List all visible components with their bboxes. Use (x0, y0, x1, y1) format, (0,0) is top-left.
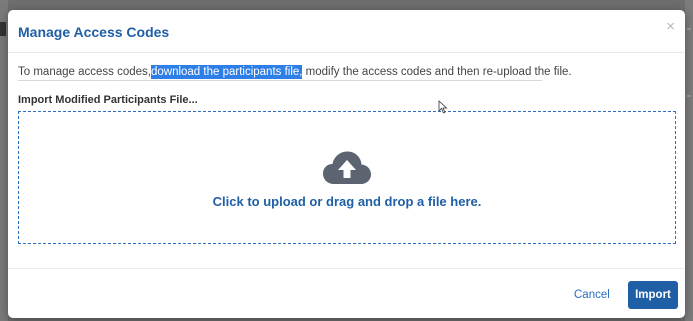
intro-text: To manage access codes,download the part… (18, 65, 572, 79)
background-page-left (0, 0, 8, 321)
import-button[interactable]: Import (628, 281, 678, 309)
file-dropzone[interactable]: Click to upload or drag and drop a file … (18, 111, 676, 244)
intro-text-after: modify the access codes and then re-uplo… (302, 66, 572, 78)
mouse-cursor-icon (438, 100, 448, 114)
footer-divider (8, 268, 685, 269)
header-divider (8, 52, 685, 53)
cloud-upload-icon (323, 151, 371, 184)
intro-divider (18, 80, 542, 81)
background-page-right (685, 0, 693, 321)
download-participants-link[interactable]: download the participants file, (150, 65, 303, 79)
dropzone-prompt: Click to upload or drag and drop a file … (212, 194, 482, 209)
background-detail (687, 95, 691, 97)
import-file-label: Import Modified Participants File... (18, 94, 198, 106)
intro-text-before: To manage access codes, (18, 66, 151, 78)
manage-access-codes-dialog: × Manage Access Codes To manage access c… (8, 10, 685, 318)
close-icon[interactable]: × (666, 19, 675, 35)
cancel-button[interactable]: Cancel (574, 289, 610, 301)
dialog-title: Manage Access Codes (18, 24, 170, 40)
background-text-fragment (0, 22, 6, 36)
background-detail (687, 28, 691, 30)
